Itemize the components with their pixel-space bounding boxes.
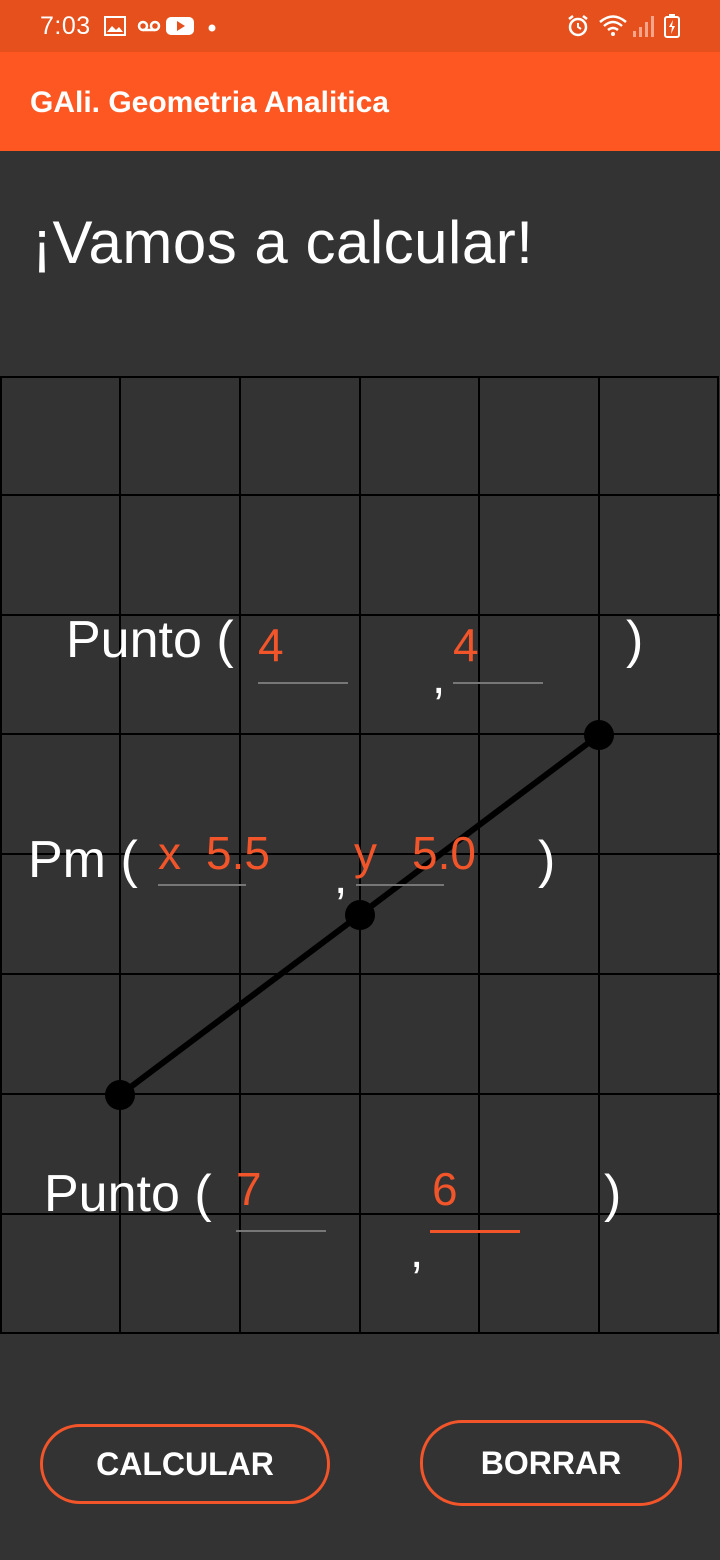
point1-x-underline (258, 682, 348, 684)
page-heading: ¡Vamos a calcular! (32, 209, 534, 276)
alarm-icon (568, 15, 588, 37)
app-bar: GAli. Geometria Analitica (0, 52, 720, 151)
midpoint-comma: , (334, 851, 348, 904)
youtube-icon (166, 17, 194, 35)
midpoint-marker (345, 900, 375, 930)
point2-comma: , (410, 1225, 424, 1278)
point1-close: ) (626, 611, 644, 669)
midpoint-x-underline (158, 884, 246, 886)
midpoint-y-value: 5.0 (412, 827, 476, 879)
clear-button[interactable]: BORRAR (420, 1420, 682, 1506)
point1-x-input[interactable]: 4 (258, 622, 284, 668)
midpoint-close: ) (538, 831, 556, 889)
point2-y-underline (430, 1230, 520, 1233)
wifi-icon (599, 15, 627, 36)
midpoint-y-prefix: y (354, 827, 377, 879)
battery-icon (664, 14, 680, 38)
point2-close: ) (604, 1165, 622, 1223)
midpoint-y-underline (356, 884, 444, 886)
status-time: 7:03 (40, 12, 91, 40)
calculate-button[interactable]: CALCULAR (40, 1424, 330, 1504)
image-icon (104, 16, 126, 36)
point2-x-underline (236, 1230, 326, 1232)
point1-comma: , (432, 651, 446, 704)
midpoint-label: Pm ( (28, 831, 138, 889)
dot-icon (208, 24, 216, 32)
status-bar: 7:03 (0, 0, 720, 52)
app-title: GAli. Geometria Analitica (30, 86, 389, 119)
point1-label: Punto ( (66, 611, 234, 669)
voicemail-icon (137, 20, 161, 32)
point1-marker (584, 720, 614, 750)
point2-marker (105, 1080, 135, 1110)
point2-x-input[interactable]: 7 (236, 1166, 262, 1212)
midpoint-x-prefix: x (158, 827, 181, 879)
point1-y-underline (453, 682, 543, 684)
signal-icon (633, 16, 654, 37)
point2-label: Punto ( (44, 1165, 212, 1223)
point2-y-input[interactable]: 6 (432, 1166, 458, 1212)
point1-y-input[interactable]: 4 (453, 622, 479, 668)
midpoint-x-value: 5.5 (206, 827, 270, 879)
